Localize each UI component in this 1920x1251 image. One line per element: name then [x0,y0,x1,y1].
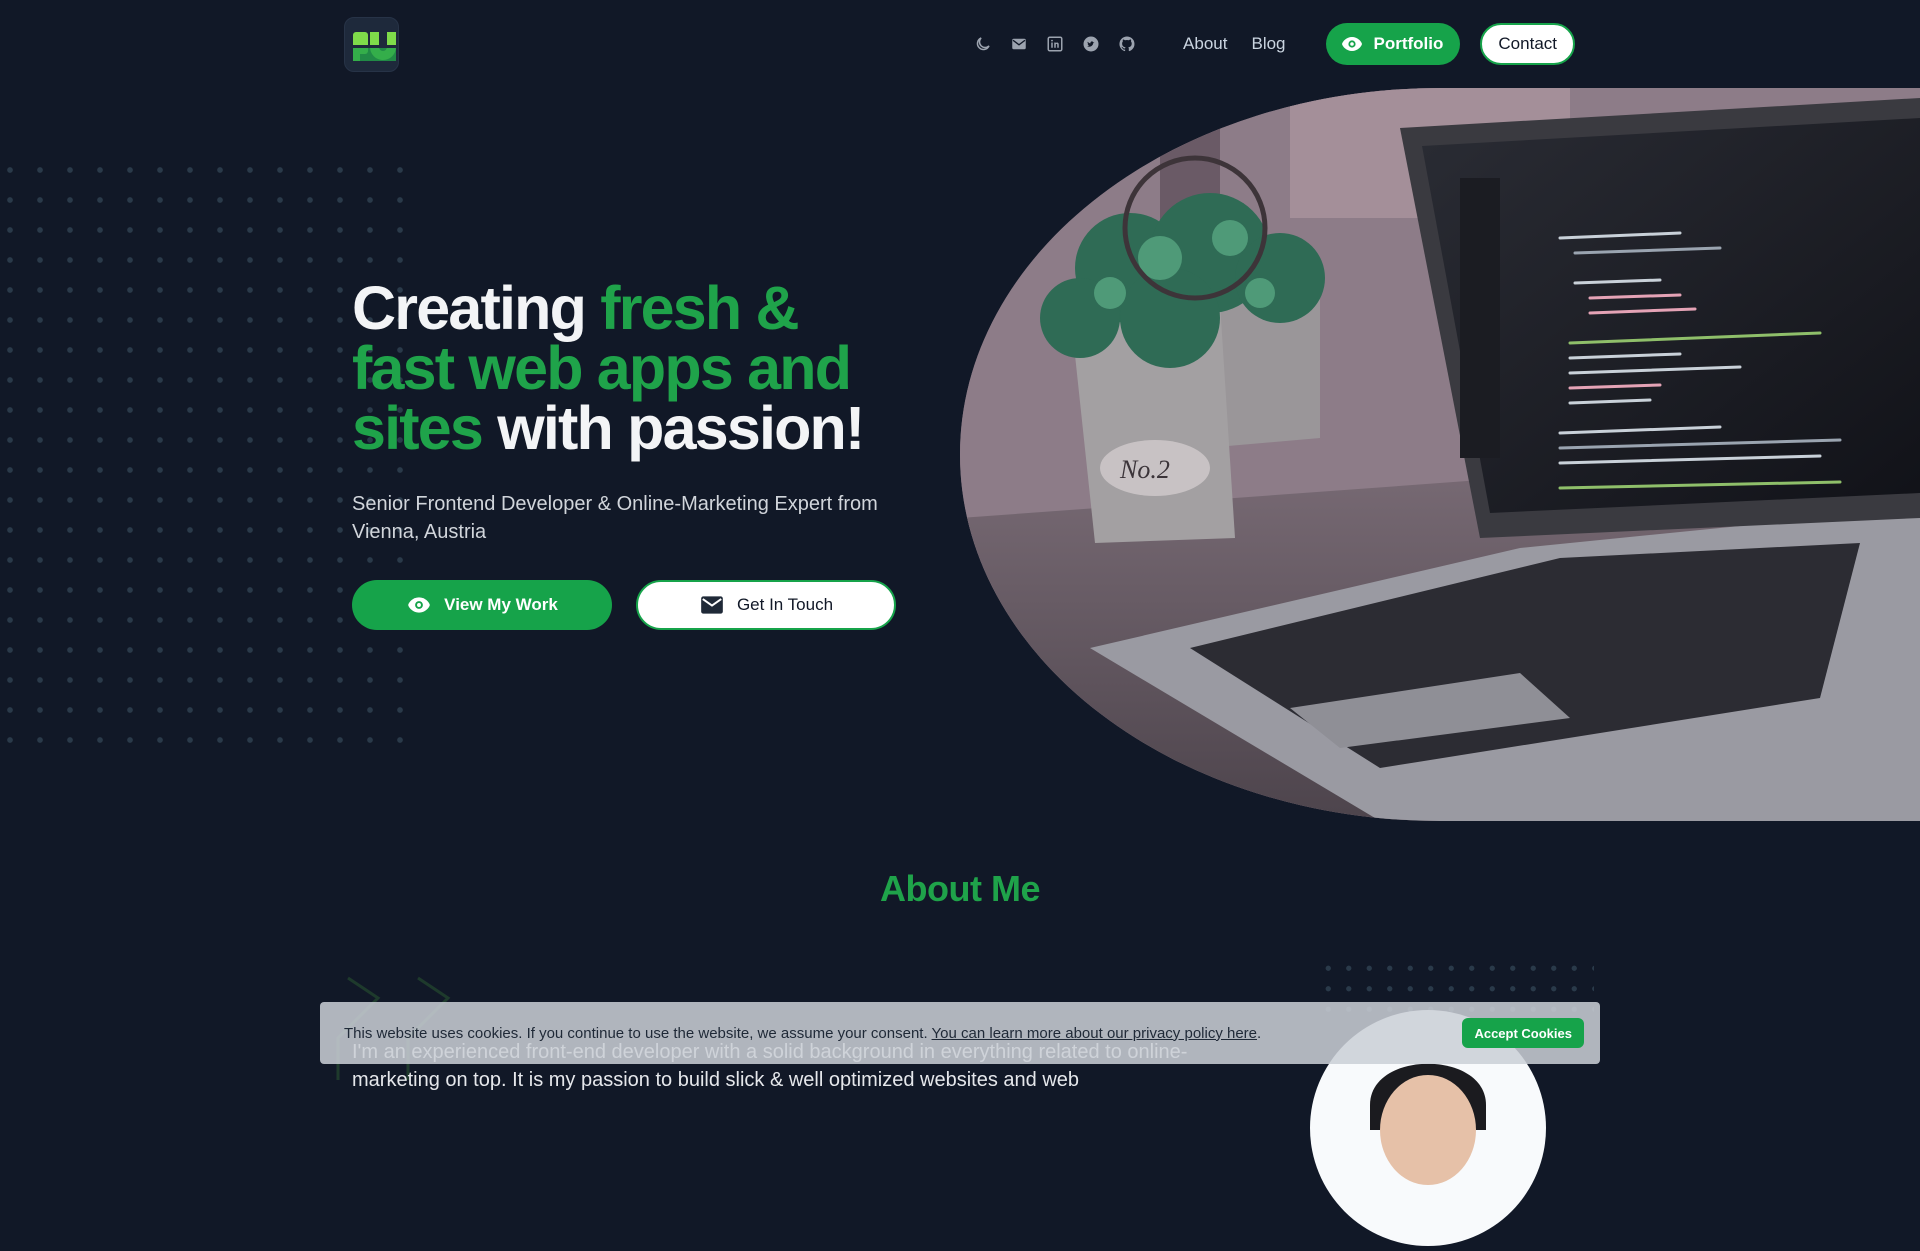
about-section-title: About Me [880,868,1040,909]
top-navigation: About Blog Portfolio Contact [973,23,1575,65]
view-my-work-button[interactable]: View My Work [352,580,612,630]
twitter-icon[interactable] [1081,34,1101,54]
mail-icon[interactable] [1009,34,1029,54]
dot-pattern [0,160,410,750]
view-my-work-label: View My Work [444,595,558,614]
portfolio-button[interactable]: Portfolio [1325,23,1461,65]
linkedin-icon[interactable] [1045,34,1065,54]
eye-icon [408,597,430,613]
accept-cookies-button[interactable]: Accept Cookies [1462,1018,1584,1048]
hero-title-part1: Creating [352,274,601,342]
get-in-touch-button[interactable]: Get In Touch [636,580,896,630]
hero-title: Creating fresh & fast web apps and sites… [352,278,912,459]
mail-icon [701,596,723,614]
hero-title-part2: with passion! [482,394,865,462]
cookie-text: This website uses cookies. If you contin… [344,1025,1261,1042]
contact-button[interactable]: Contact [1480,23,1575,65]
get-in-touch-label: Get In Touch [736,595,834,614]
portfolio-button-label: Portfolio [1373,34,1444,53]
cookie-banner: This website uses cookies. If you contin… [320,1002,1600,1064]
privacy-policy-link[interactable]: You can learn more about our privacy pol… [932,1025,1257,1042]
cookie-period: . [1257,1024,1262,1042]
cookie-message: This website uses cookies. If you contin… [344,1024,928,1042]
github-icon[interactable] [1117,34,1137,54]
contact-button-label: Contact [1498,34,1557,53]
hero-image: No.2 [960,88,1920,821]
nav-link-about[interactable]: About [1183,34,1227,54]
moon-icon[interactable] [973,34,993,54]
site-logo[interactable] [344,17,399,72]
eye-icon [1341,37,1362,51]
svg-text:No.2: No.2 [1119,455,1170,484]
hero-subtitle: Senior Frontend Developer & Online-Marke… [352,493,878,543]
nav-link-blog[interactable]: Blog [1251,34,1285,54]
